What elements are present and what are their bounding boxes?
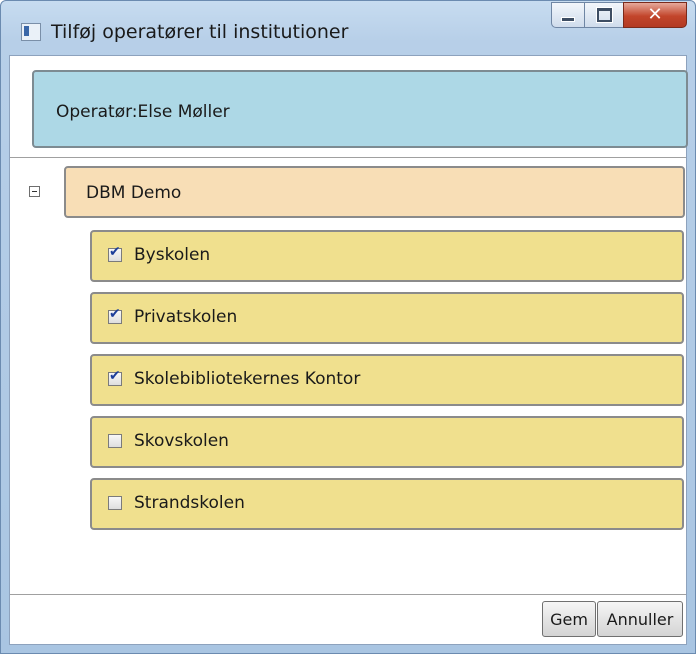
maximize-button[interactable] xyxy=(584,2,624,28)
dialog-window: Tilføj operatører til institutioner ✕ Op… xyxy=(0,0,696,654)
divider xyxy=(10,157,686,158)
checkbox-privatskolen[interactable]: ✔ xyxy=(108,306,122,324)
tree-item-label: Skovskolen xyxy=(134,431,229,451)
tree-item-byskolen[interactable]: ✔ Byskolen xyxy=(90,230,684,282)
tree-item-label: Skolebibliotekernes Kontor xyxy=(134,369,361,389)
collapse-toggle-icon[interactable] xyxy=(29,186,40,197)
tree-item-label: Privatskolen xyxy=(134,307,238,327)
maximize-icon xyxy=(595,7,613,23)
operator-panel: Operatør:Else Møller xyxy=(32,70,688,148)
tree-item-skovskolen[interactable]: Skovskolen xyxy=(90,416,684,468)
cancel-button[interactable]: Annuller xyxy=(597,601,683,637)
tree-item-label: Strandskolen xyxy=(134,493,245,513)
minimize-button[interactable] xyxy=(551,2,585,28)
operator-label: Operatør:Else Møller xyxy=(56,102,230,122)
window-title: Tilføj operatører til institutioner xyxy=(51,21,349,43)
minimize-icon xyxy=(561,16,575,22)
checkbox-strandskolen[interactable] xyxy=(108,496,122,510)
checkmark-icon: ✔ xyxy=(109,368,121,384)
tree-root-dbm-demo[interactable]: DBM Demo xyxy=(64,166,685,218)
window-controls: ✕ xyxy=(551,2,687,28)
dialog-content: Operatør:Else Møller DBM Demo ✔ Byskolen… xyxy=(9,55,688,645)
close-button[interactable]: ✕ xyxy=(623,2,687,28)
tree-item-label: Byskolen xyxy=(134,245,211,265)
checkmark-icon: ✔ xyxy=(109,244,121,260)
title-bar[interactable]: Tilføj operatører til institutioner ✕ xyxy=(1,1,695,55)
divider xyxy=(10,594,686,595)
app-icon xyxy=(21,23,41,41)
save-button[interactable]: Gem xyxy=(542,601,596,637)
tree-item-strandskolen[interactable]: Strandskolen xyxy=(90,478,684,530)
checkbox-byskolen[interactable]: ✔ xyxy=(108,244,122,262)
tree-item-skolebibliotekernes-kontor[interactable]: ✔ Skolebibliotekernes Kontor xyxy=(90,354,684,406)
tree-root-label: DBM Demo xyxy=(86,183,182,203)
close-icon: ✕ xyxy=(647,4,663,25)
checkbox-skovskolen[interactable] xyxy=(108,434,122,448)
tree-item-privatskolen[interactable]: ✔ Privatskolen xyxy=(90,292,684,344)
checkmark-icon: ✔ xyxy=(109,306,121,322)
checkbox-skolebibliotekernes-kontor[interactable]: ✔ xyxy=(108,368,122,386)
